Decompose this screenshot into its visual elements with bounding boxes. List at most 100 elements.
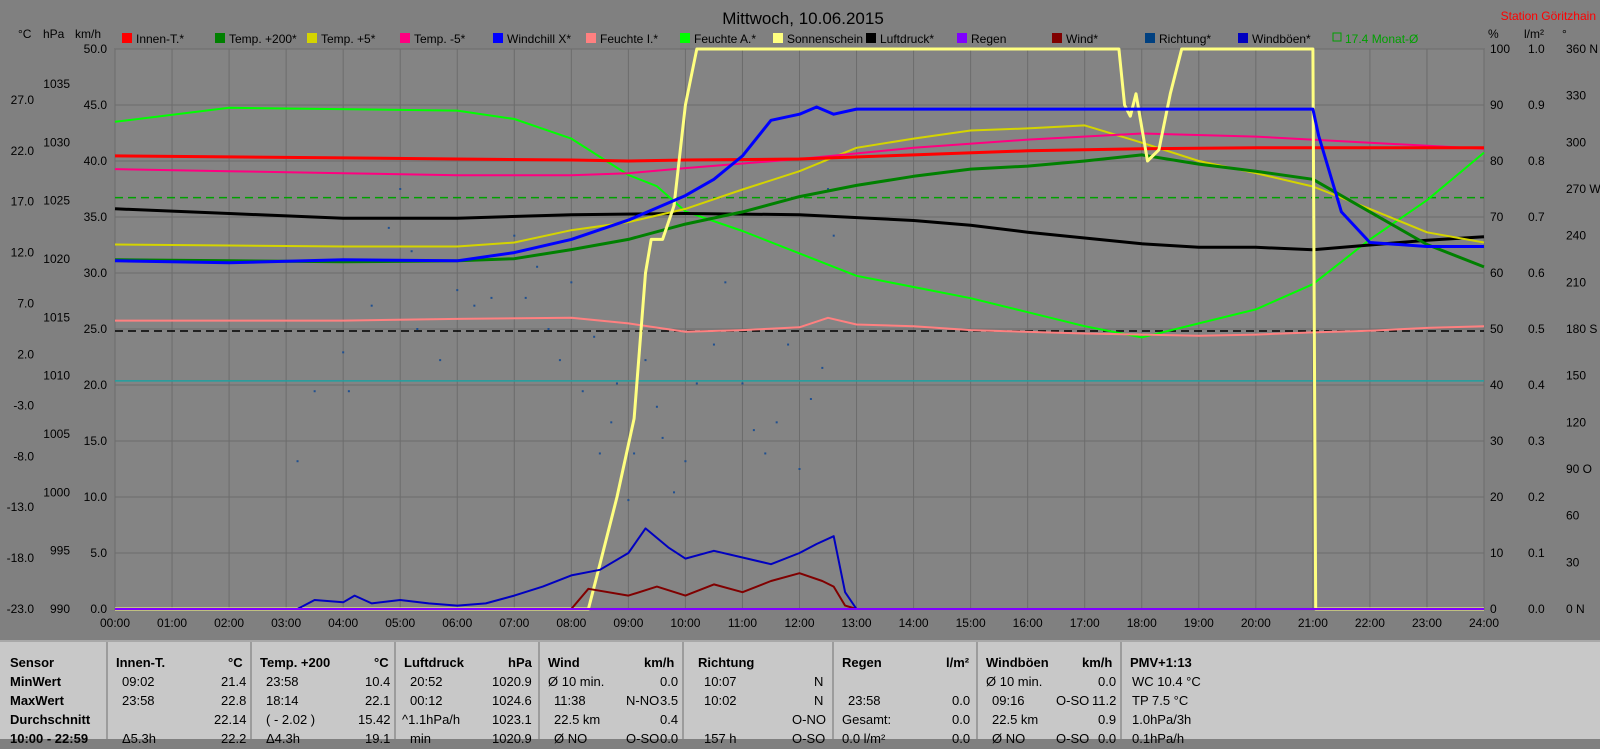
direction-point — [473, 304, 476, 307]
direction-point — [832, 234, 835, 237]
windboeen-range-dir: O-SO — [1056, 731, 1090, 746]
innen-min-val: 21.4 — [221, 674, 247, 689]
legend-swatch — [957, 33, 967, 43]
legend-label: Sonnenschein — [787, 32, 863, 46]
temp200-unit: °C — [374, 655, 389, 670]
wind-max-dir: N-NO — [626, 693, 660, 708]
direction-point — [370, 304, 373, 307]
legend-swatch — [493, 33, 503, 43]
tick-kmh: 40.0 — [84, 154, 108, 168]
richtung-header: Richtung — [698, 655, 755, 670]
pmv-3h: 1.0hPa/3h — [1132, 712, 1192, 727]
wind-max-val: 3.5 — [660, 693, 679, 708]
direction-point — [752, 429, 755, 432]
direction-point — [342, 351, 345, 354]
regen-max-val: 0.0 — [952, 693, 971, 708]
direction-point — [798, 468, 801, 470]
sensor-max: MaxWert — [10, 693, 64, 708]
tick-pct: 80 — [1490, 154, 1504, 168]
direction-point — [416, 328, 419, 330]
tick-x: 00:00 — [100, 616, 130, 630]
legend-label: Wind* — [1066, 32, 1098, 46]
tick-x: 23:00 — [1412, 616, 1442, 630]
tick-kmh: 5.0 — [90, 546, 107, 560]
tick-hpa: 995 — [50, 544, 70, 558]
direction-point — [347, 390, 350, 393]
tick-x: 20:00 — [1241, 616, 1271, 630]
legend-swatch — [122, 33, 132, 43]
tick-x: 13:00 — [842, 616, 872, 630]
direction-point — [695, 382, 698, 385]
legend-label: 17.4 Monat-Ø — [1345, 32, 1418, 46]
tick-deg: 90 O — [1566, 462, 1592, 476]
legend-swatch — [307, 33, 317, 43]
direction-point — [764, 452, 767, 455]
tick-x: 03:00 — [271, 616, 301, 630]
legend-label: Regen — [971, 32, 1006, 46]
tick-rain: 0.7 — [1528, 210, 1545, 224]
luftdruck-range-val: 1020.9 — [492, 731, 532, 746]
legend-swatch — [1145, 33, 1155, 43]
temp200-min-time: 23:58 — [266, 674, 299, 689]
direction-point — [581, 390, 584, 393]
tick-rain: 0.2 — [1528, 490, 1545, 504]
innen-min-time: 09:02 — [122, 674, 155, 689]
windboeen-max-val: 11.2 — [1092, 693, 1117, 708]
unit-kmh: km/h — [75, 27, 101, 41]
tick-kmh: 35.0 — [84, 210, 108, 224]
direction-point — [490, 296, 493, 299]
wind-dist: 22.5 km — [554, 712, 601, 727]
richtung-min-val: N — [814, 674, 824, 689]
legend-label: Feuchte A.* — [694, 32, 756, 46]
tick-x: 08:00 — [556, 616, 586, 630]
wind-avg-val: 0.4 — [660, 712, 679, 727]
legend-swatch — [680, 33, 690, 43]
richtung-avg-val: O-NO — [792, 712, 826, 727]
windboeen-avg10-label: Ø 10 min. — [986, 674, 1043, 689]
col-innen: Innen-T. °C 09:02 21.4 23:58 22.8 22.14 Δ5.… — [108, 642, 252, 746]
regen-range-note: 0.0 l/m² — [842, 731, 886, 746]
richtung-max-time: 10:02 — [704, 693, 737, 708]
regen-max-time: 23:58 — [848, 693, 881, 708]
richtung-min-time: 10:07 — [704, 674, 737, 689]
temp200-min-val: 10.4 — [365, 674, 391, 689]
luftdruck-unit: hPa — [508, 655, 532, 670]
direction-point — [787, 343, 790, 346]
windboeen-avg-val: 0.9 — [1098, 712, 1117, 727]
tick-rain: 0.0 — [1528, 602, 1545, 616]
col-wind: Wind km/h Ø 10 min. 0.0 11:38 N-NO 3.5 22.5 … — [540, 642, 684, 746]
legend-swatch — [400, 33, 410, 43]
tick-rain: 0.9 — [1528, 98, 1545, 112]
tick-rain: 0.5 — [1528, 322, 1545, 336]
innen-range-note: Δ5.3h — [122, 731, 156, 746]
luftdruck-max-time: 00:12 — [410, 693, 443, 708]
tick-pct: 70 — [1490, 210, 1504, 224]
direction-point — [627, 499, 630, 502]
direction-point — [558, 359, 561, 362]
tick-temp: 12.0 — [11, 246, 35, 260]
direction-point — [615, 382, 618, 385]
direction-point — [524, 296, 527, 299]
luftdruck-min-val: 1020.9 — [492, 674, 532, 689]
direction-point — [673, 491, 676, 494]
tick-hpa: 990 — [50, 602, 70, 616]
tick-x: 19:00 — [1184, 616, 1214, 630]
direction-point — [610, 421, 613, 424]
chart-title: Mittwoch, 10.06.2015 — [722, 9, 884, 28]
sensor-min: MinWert — [10, 674, 62, 689]
richtung-max-val: N — [814, 693, 824, 708]
sensor-avg: Durchschnitt — [10, 712, 91, 727]
weather-chart: Mittwoch, 10.06.2015 Station Göritzhain … — [0, 0, 1600, 640]
direction-point — [655, 405, 658, 408]
tick-x: 05:00 — [385, 616, 415, 630]
col-richtung: Richtung 10:07 N 10:02 N O-NO 157 h O-SO — [684, 642, 834, 746]
tick-pct: 50 — [1490, 322, 1504, 336]
windboeen-max-dir: O-SO — [1056, 693, 1090, 708]
innen-max-val: 22.8 — [221, 693, 247, 708]
tick-temp: -8.0 — [13, 449, 34, 463]
tick-pct: 0 — [1490, 602, 1497, 616]
tick-hpa: 1010 — [43, 369, 70, 383]
direction-point — [809, 398, 812, 400]
wind-avg10-val: 0.0 — [660, 674, 679, 689]
direction-point — [410, 250, 413, 253]
